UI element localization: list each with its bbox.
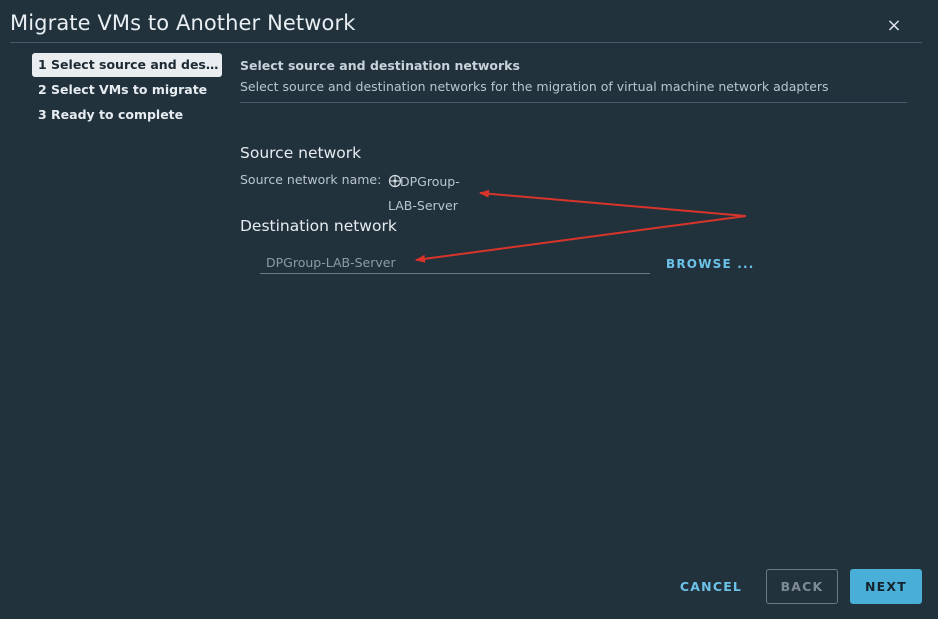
title-divider <box>10 42 922 43</box>
migrate-vms-dialog: Migrate VMs to Another Network × 1 Selec… <box>0 0 938 619</box>
source-network-name-line1: DPGroup- <box>400 174 460 189</box>
source-network-name-label: Source network name: <box>240 172 382 187</box>
step-description: Select source and destination networks f… <box>240 79 829 94</box>
browse-button[interactable]: BROWSE ... <box>666 257 755 271</box>
dialog-title: Migrate VMs to Another Network <box>10 11 356 35</box>
destination-network-input[interactable] <box>260 252 650 274</box>
source-network-heading: Source network <box>240 144 362 162</box>
source-network-name-line2: LAB-Server <box>388 198 458 213</box>
step-select-vms[interactable]: 2 Select VMs to migrate <box>32 78 222 102</box>
next-button[interactable]: NEXT <box>850 569 922 604</box>
wizard-steps: 1 Select source and destination networks… <box>32 53 222 128</box>
back-button[interactable]: BACK <box>766 569 838 604</box>
step-content-header: Select source and destination networks S… <box>240 58 908 103</box>
content-divider <box>240 102 907 103</box>
destination-network-heading: Destination network <box>240 217 397 235</box>
close-icon[interactable]: × <box>885 17 903 35</box>
cancel-button[interactable]: CANCEL <box>668 569 754 604</box>
step-title: Select source and destination networks <box>240 58 520 73</box>
annotation-arrow-source <box>479 189 747 217</box>
step-select-networks[interactable]: 1 Select source and destination networks <box>32 53 222 77</box>
source-network-name-value: DPGroup- LAB-Server <box>388 170 478 218</box>
step-ready-to-complete[interactable]: 3 Ready to complete <box>32 103 222 127</box>
